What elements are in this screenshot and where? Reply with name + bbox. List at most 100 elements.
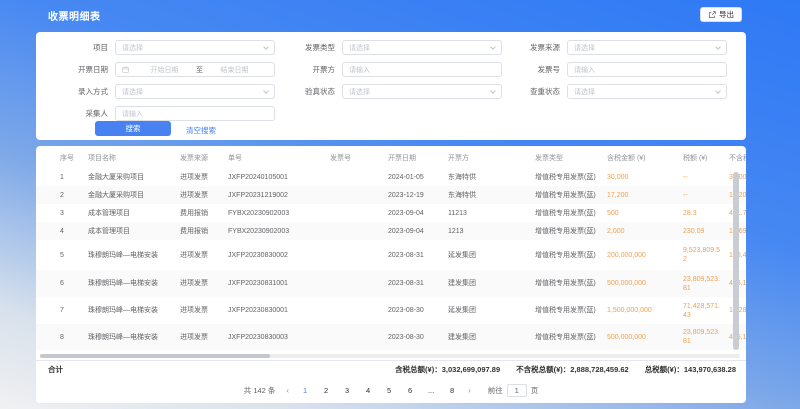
search-button[interactable]: 搜索 <box>95 121 171 136</box>
pagination-total: 共 142 条 <box>244 385 276 396</box>
column-header: 单号 <box>228 154 330 163</box>
table-cell: 4 <box>36 227 88 236</box>
table-cell: 进项发票 <box>180 251 228 260</box>
project-select[interactable]: 请选择 <box>115 40 275 55</box>
filter-label: 查重状态 <box>500 86 560 97</box>
table-row: 4成本管理项目费用报销FYBX202309020032023-09-041213… <box>36 222 746 240</box>
column-header: 项目名称 <box>88 154 180 163</box>
page-button[interactable]: 2 <box>321 386 331 395</box>
next-page-button[interactable]: › <box>468 386 471 395</box>
table-cell: 珠穆朗玛峰—电梯安装 <box>88 333 180 342</box>
table-cell: 金融大厦采购项目 <box>88 173 180 182</box>
table-cell: 东海特供 <box>448 173 535 182</box>
export-button[interactable]: 导出 <box>700 7 742 22</box>
table-cell: 23,809,523.81 <box>683 275 729 293</box>
summary-label: 合计 <box>48 364 63 375</box>
invoice-source-select[interactable]: 请选择 <box>567 40 727 55</box>
date-separator: 至 <box>196 65 203 75</box>
page-button[interactable]: 4 <box>363 386 373 395</box>
invoice-table-panel: 序号项目名称发票来源单号发票号开票日期开票方发票类型含税金额 (¥)税额 (¥)… <box>36 146 746 403</box>
filter-label: 项目 <box>48 42 108 53</box>
select-placeholder: 请选择 <box>574 87 595 97</box>
date-start-placeholder: 开始日期 <box>151 65 179 75</box>
table-cell: 增值税专用发票(蓝) <box>535 227 607 236</box>
column-header: 发票类型 <box>535 154 607 163</box>
table-cell: 2 <box>36 191 88 200</box>
jump-prefix: 前往 <box>488 385 503 396</box>
table-cell: -- <box>683 191 729 200</box>
table-cell: 2023-09-04 <box>388 209 448 218</box>
table-cell: 2024-01-05 <box>388 173 448 182</box>
table-cell: 17,200 <box>607 191 683 200</box>
filter-entry-method: 录入方式 请选择 <box>48 84 275 99</box>
table-body: 1金融大厦采购项目进项发票JXFP202401050012024-01-05东海… <box>36 168 746 350</box>
table-cell: 延发集团 <box>448 306 535 315</box>
export-label: 导出 <box>719 9 734 20</box>
table-cell: 延发集团 <box>448 251 535 260</box>
filter-label: 发票来源 <box>500 42 560 53</box>
table-cell: 8 <box>36 333 88 342</box>
page-jump-input[interactable] <box>507 384 527 397</box>
page-button[interactable]: 8 <box>447 386 457 395</box>
page-button[interactable]: 6 <box>405 386 415 395</box>
table-cell: 3 <box>36 209 88 218</box>
summary-item: 含税总额(¥)：3,032,699,097.89 <box>395 364 500 375</box>
table-cell: 成本管理项目 <box>88 209 180 218</box>
table-cell: 增值税专用发票(蓝) <box>535 251 607 260</box>
input-placeholder: 请输入 <box>574 65 595 75</box>
input-placeholder: 请输入 <box>349 65 370 75</box>
table-cell: 成本管理项目 <box>88 227 180 236</box>
dup-status-select[interactable]: 请选择 <box>567 84 727 99</box>
horizontal-scrollbar-thumb[interactable] <box>40 354 270 358</box>
clear-search-link[interactable]: 清空搜索 <box>186 125 216 136</box>
filter-invoice-no: 发票号 请输入 <box>500 62 727 77</box>
filter-label: 验真状态 <box>275 86 335 97</box>
filter-label: 采集人 <box>48 108 108 119</box>
select-placeholder: 请选择 <box>349 87 370 97</box>
verify-status-select[interactable]: 请选择 <box>342 84 502 99</box>
invoice-no-input[interactable]: 请输入 <box>567 62 727 77</box>
table-cell: 200,000,000 <box>607 251 683 260</box>
date-end-placeholder: 结束日期 <box>221 65 249 75</box>
filter-issuer: 开票方 请输入 <box>275 62 502 77</box>
invoice-date-range-picker[interactable]: 开始日期 至 结束日期 <box>115 62 275 77</box>
column-header: 发票来源 <box>180 154 228 163</box>
page-button[interactable]: 3 <box>342 386 352 395</box>
table-cell: JXFP20230830002 <box>228 251 330 260</box>
entry-method-select[interactable]: 请选择 <box>115 84 275 99</box>
table-cell: FYBX20230902003 <box>228 209 330 218</box>
table-cell: 2023-08-31 <box>388 251 448 260</box>
filter-label: 发票号 <box>500 64 560 75</box>
table-cell: 珠穆朗玛峰—电梯安装 <box>88 251 180 260</box>
select-placeholder: 请选择 <box>574 43 595 53</box>
column-header: 开票方 <box>448 154 535 163</box>
summary-row: 合计 含税总额(¥)：3,032,699,097.89不含税总额(¥)：2,88… <box>36 360 746 378</box>
table-cell: 30,000 <box>607 173 683 182</box>
table-cell: 1213 <box>448 227 535 236</box>
prev-page-button[interactable]: ‹ <box>286 386 289 395</box>
pagination-pages: 1 2 3 4 5 6... 8 <box>300 386 457 395</box>
column-header: 发票号 <box>330 154 388 163</box>
table-cell: 230.09 <box>683 227 729 236</box>
table-cell: 进项发票 <box>180 191 228 200</box>
page-button[interactable]: 5 <box>384 386 394 395</box>
collector-input[interactable]: 请输入 <box>115 106 275 121</box>
chevron-down-icon <box>490 88 496 94</box>
invoice-type-select[interactable]: 请选择 <box>342 40 502 55</box>
jump-suffix: 页 <box>531 385 539 396</box>
page-button[interactable]: 1 <box>300 386 310 395</box>
table-cell: 5 <box>36 251 88 260</box>
column-header: 开票日期 <box>388 154 448 163</box>
filter-panel: 项目 请选择 发票类型 请选择 发票来源 请选择 开票日期 开始日期 至 结束日… <box>36 32 746 140</box>
vertical-scrollbar-thumb[interactable] <box>733 172 739 350</box>
table-cell: JXFP20230830001 <box>228 306 330 315</box>
calendar-icon <box>122 66 129 73</box>
chevron-down-icon <box>490 44 496 50</box>
table-cell: 500 <box>607 209 683 218</box>
table-cell: -- <box>683 173 729 182</box>
table-cell: 进项发票 <box>180 333 228 342</box>
table-cell: 增值税专用发票(蓝) <box>535 333 607 342</box>
filter-label: 发票类型 <box>275 42 335 53</box>
page-ellipsis[interactable]: ... <box>426 386 436 395</box>
issuer-input[interactable]: 请输入 <box>342 62 502 77</box>
